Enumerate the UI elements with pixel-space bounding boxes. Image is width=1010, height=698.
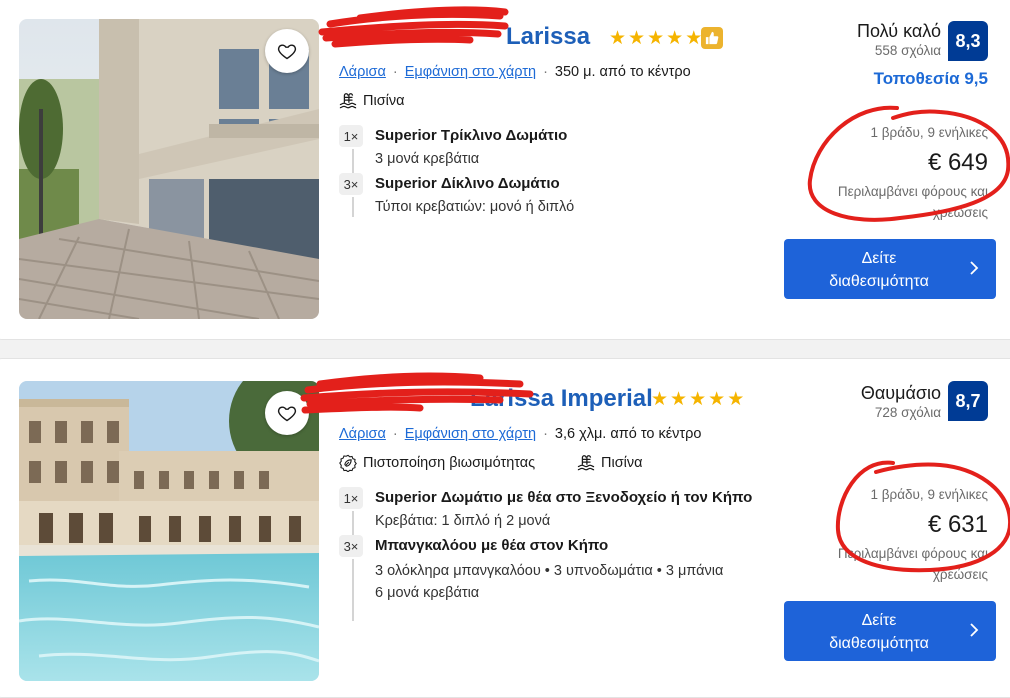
show-on-map-link[interactable]: Εμφάνιση στο χάρτη	[405, 64, 536, 80]
room-connector-line	[352, 149, 354, 173]
amenity-pool: Πισίνα	[577, 454, 643, 472]
pool-icon	[577, 455, 595, 471]
cta-label-line: διαθεσιμότητα	[829, 635, 929, 652]
room-connector-line	[352, 559, 354, 621]
room-quantity: 1×	[339, 487, 363, 509]
separator-dot: ·	[392, 426, 398, 442]
thumbs-up-glyph	[705, 31, 719, 45]
separator-dot: ·	[392, 64, 398, 80]
hotel-title-link[interactable]: Larissa	[340, 23, 590, 51]
review-score-badge[interactable]: 8,7	[948, 381, 988, 421]
hotel-title-link[interactable]: Larissa Imperial	[340, 385, 653, 413]
star-icon: ★	[651, 389, 669, 410]
star-icon: ★	[685, 28, 703, 49]
star-icon: ★	[647, 28, 665, 49]
location-row: Λάρισα · Εμφάνιση στο χάρτη · 350 μ. από…	[339, 64, 691, 80]
cta-label: Δείτε διαθεσιμότητα	[784, 609, 974, 655]
room-bed-details: 3 μονά κρεβάτια	[375, 151, 480, 167]
heart-icon	[277, 44, 297, 60]
room-name: Superior Τρίκλινο Δωμάτιο	[375, 127, 568, 144]
sustainability-icon	[339, 454, 357, 472]
amenity-label: Πισίνα	[601, 455, 643, 471]
room-bed-details: 6 μονά κρεβάτια	[375, 585, 480, 601]
star-icon: ★	[609, 28, 627, 49]
taxes-note: Περιλαμβάνει φόρους και χρεώσεις	[837, 184, 988, 220]
hotel-card: Larissa ★ ★ ★ ★ ★ Λάρισα · Εμφάνιση στο …	[0, 0, 1010, 340]
room-name: Superior Δίκλινο Δωμάτιο	[375, 175, 560, 192]
star-rating: ★ ★ ★ ★ ★	[609, 29, 702, 48]
hotel-photo[interactable]	[19, 381, 319, 681]
distance-from-center: 350 μ. από το κέντρο	[554, 64, 691, 80]
cta-label: Δείτε διαθεσιμότητα	[784, 247, 974, 293]
room-quantity: 3×	[339, 173, 363, 195]
separator-dot: ·	[543, 64, 548, 80]
location-score: Τοποθεσία 9,5	[873, 69, 988, 88]
room-name: Μπανγκαλόου με θέα στον Κήπο	[375, 537, 609, 554]
cta-label-line: διαθεσιμότητα	[829, 273, 929, 290]
hotel-photo[interactable]	[19, 19, 319, 319]
review-summary[interactable]: Πολύ καλό 558 σχόλια	[857, 21, 941, 58]
hotel-title-text: Larissa Imperial	[470, 385, 653, 412]
chevron-right-icon	[970, 623, 979, 637]
room-name: Superior Δωμάτιο με θέα στο Ξενοδοχείο ή…	[375, 489, 753, 506]
save-to-favorites-button[interactable]	[265, 29, 309, 73]
cta-label-line: Δείτε	[861, 250, 897, 267]
see-availability-button[interactable]: Δείτε διαθεσιμότητα	[784, 239, 996, 299]
distance-from-center: 3,6 χλμ. από το κέντρο	[554, 426, 702, 442]
location-row: Λάρισα · Εμφάνιση στο χάρτη · 3,6 χλμ. α…	[339, 426, 701, 442]
star-icon: ★	[670, 389, 688, 410]
review-score-badge[interactable]: 8,3	[948, 21, 988, 61]
amenity-pool: Πισίνα	[339, 92, 405, 110]
price: € 649	[927, 149, 988, 176]
save-to-favorites-button[interactable]	[265, 391, 309, 435]
room-quantity: 1×	[339, 125, 363, 147]
star-icon: ★	[689, 389, 707, 410]
cta-label-line: Δείτε	[861, 612, 897, 629]
room-connector-line	[352, 197, 354, 217]
amenity-label: Πισίνα	[363, 93, 405, 109]
chevron-right-icon	[970, 261, 979, 275]
room-bed-details: Κρεβάτια: 1 διπλό ή 2 μονά	[375, 513, 551, 529]
rating-word: Θαυμάσιο	[860, 383, 941, 403]
room-quantity: 3×	[339, 535, 363, 557]
stay-summary: 1 βράδυ, 9 ενήλικες	[870, 125, 988, 140]
star-icon: ★	[666, 28, 684, 49]
heart-icon	[277, 406, 297, 422]
review-count: 558 σχόλια	[874, 43, 941, 58]
city-link[interactable]: Λάρισα	[339, 426, 386, 442]
star-rating: ★ ★ ★ ★ ★	[651, 390, 744, 409]
room-bed-details: Τύποι κρεβατιών: μονό ή διπλό	[375, 199, 575, 215]
separator-dot: ·	[543, 426, 548, 442]
amenity-label: Πιστοποίηση βιωσιμότητας	[363, 455, 536, 471]
hotel-card: Larissa Imperial ★ ★ ★ ★ ★ Λάρισα · Εμφά…	[0, 358, 1010, 698]
show-on-map-link[interactable]: Εμφάνιση στο χάρτη	[405, 426, 536, 442]
review-count: 728 σχόλια	[874, 405, 941, 420]
rating-word: Πολύ καλό	[856, 21, 941, 41]
see-availability-button[interactable]: Δείτε διαθεσιμότητα	[784, 601, 996, 661]
room-connector-line	[352, 511, 354, 535]
star-icon: ★	[628, 28, 646, 49]
taxes-note: Περιλαμβάνει φόρους και χρεώσεις	[837, 546, 988, 582]
room-unit-details: 3 ολόκληρα μπανγκαλόου • 3 υπνοδωμάτια •…	[375, 563, 724, 579]
thumbs-up-icon	[701, 27, 723, 49]
hotel-title-text: Larissa	[506, 23, 591, 50]
star-icon: ★	[708, 389, 726, 410]
stay-summary: 1 βράδυ, 9 ενήλικες	[870, 487, 988, 502]
city-link[interactable]: Λάρισα	[339, 64, 386, 80]
star-icon: ★	[727, 389, 745, 410]
pool-icon	[339, 93, 357, 109]
review-summary[interactable]: Θαυμάσιο 728 σχόλια	[861, 383, 941, 420]
price: € 631	[927, 511, 988, 538]
amenity-sustainability: Πιστοποίηση βιωσιμότητας	[339, 454, 535, 472]
